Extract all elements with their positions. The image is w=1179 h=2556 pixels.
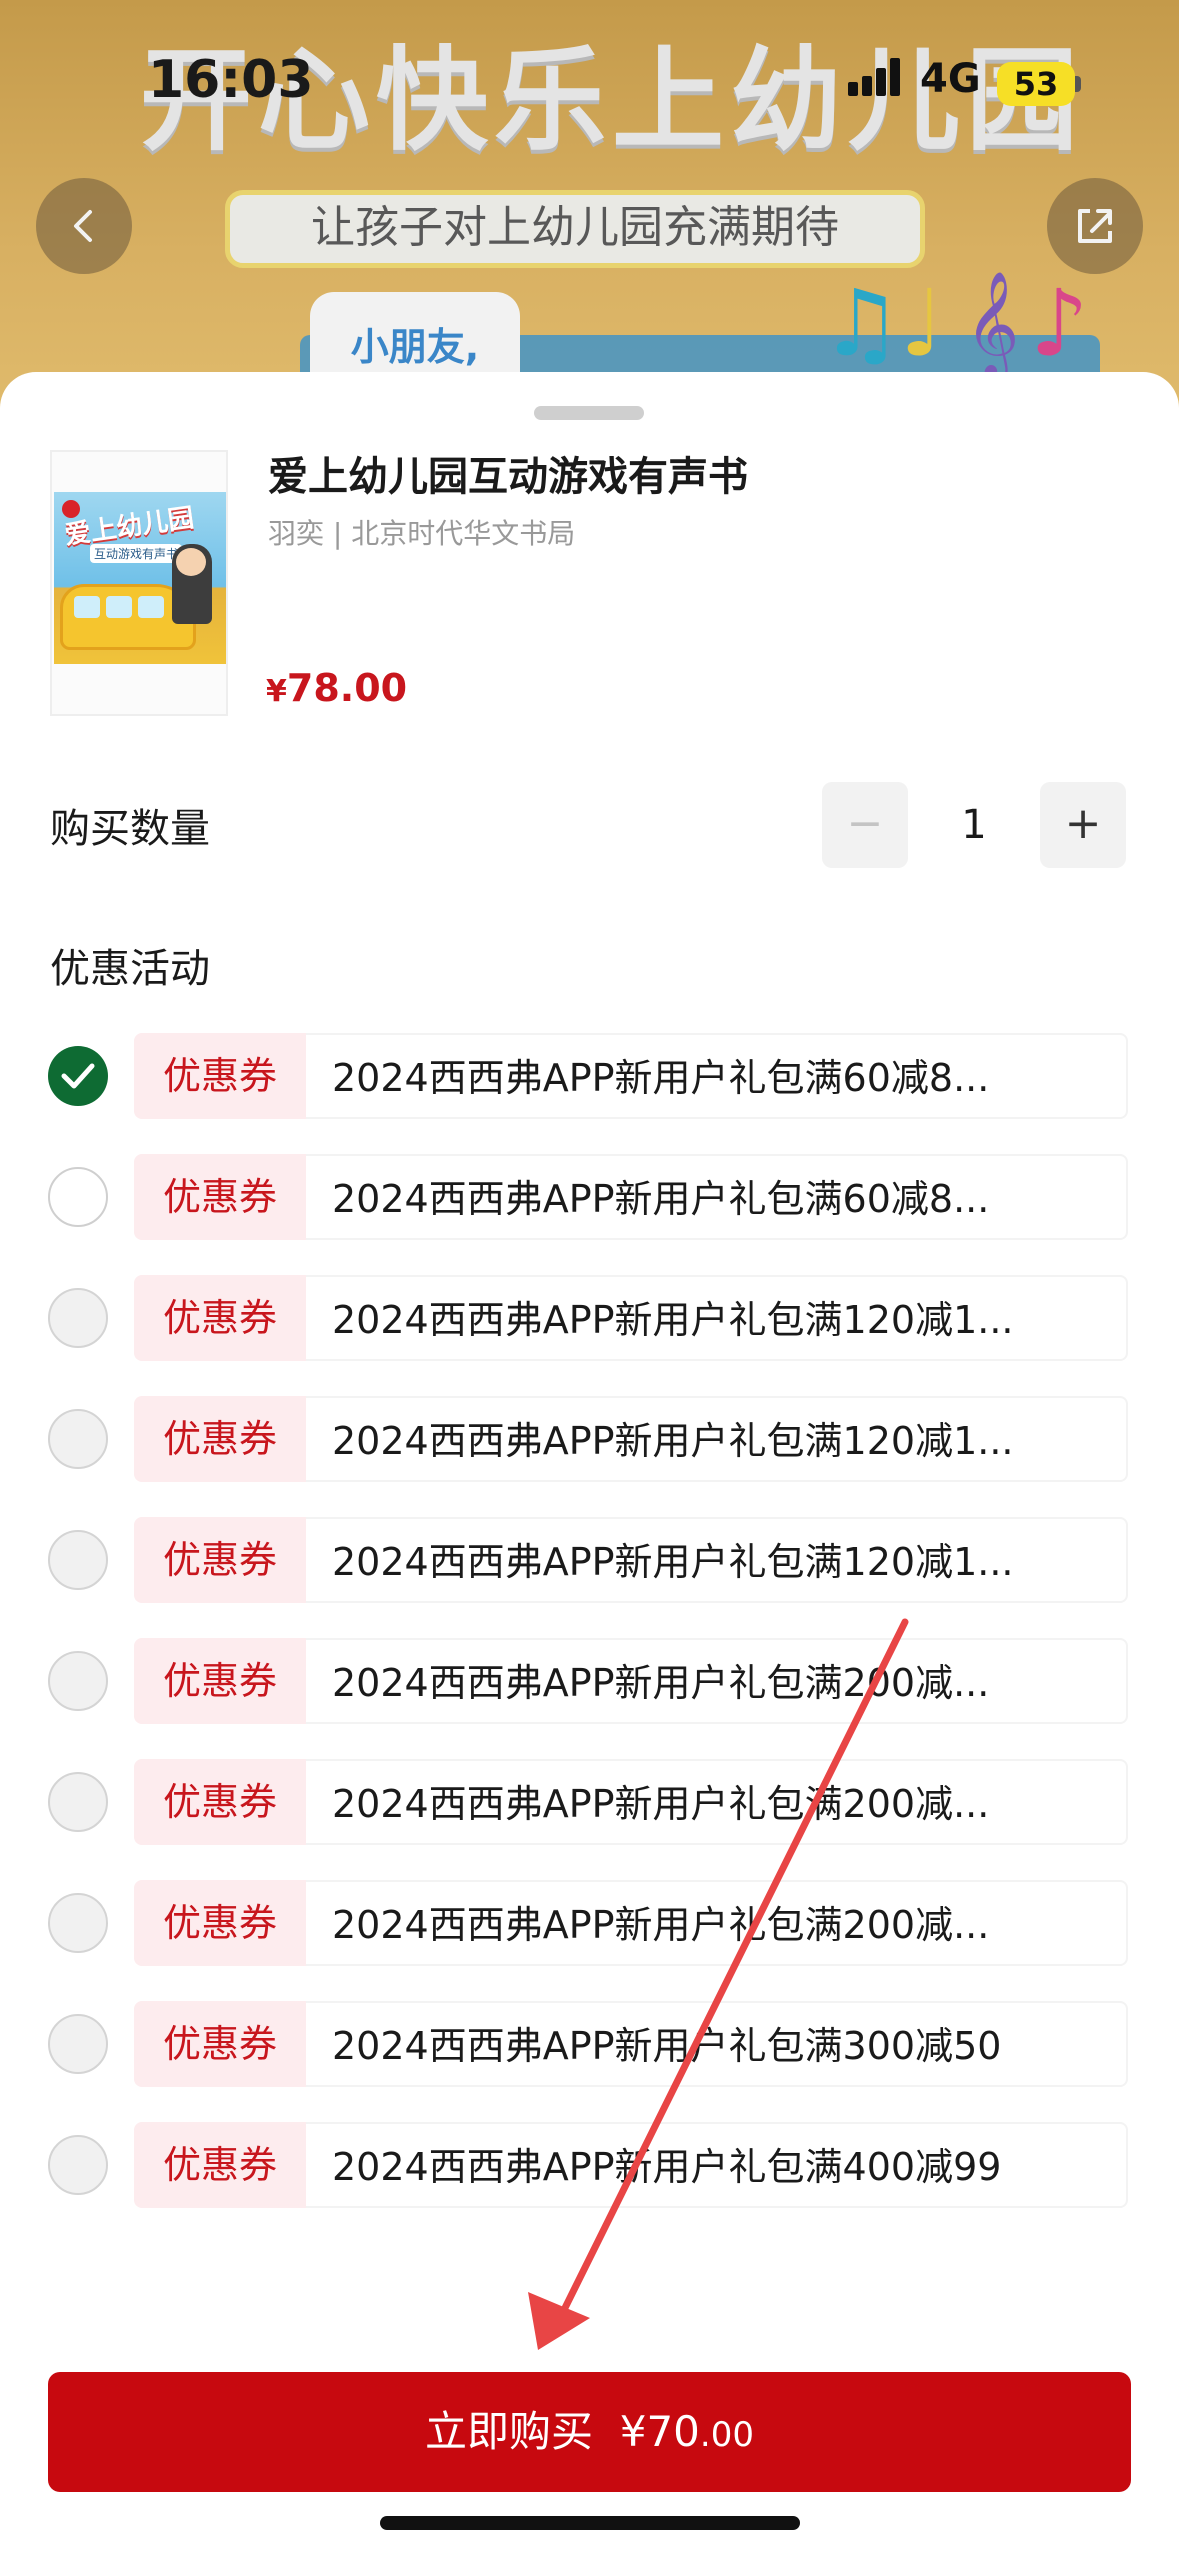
music-clef-icon: 𝄞	[965, 270, 1020, 377]
cover-subtitle: 互动游戏有声书	[90, 544, 183, 563]
coupon-tag: 优惠券	[134, 1033, 306, 1119]
coupon-tag: 优惠券	[134, 1396, 306, 1482]
coupon-radio[interactable]	[48, 1409, 108, 1469]
quantity-decrease-button[interactable]: −	[822, 782, 908, 868]
promotions-label: 优惠活动	[50, 946, 210, 992]
coupon-description: 2024西西弗APP新用户礼包满60减8...	[306, 1033, 1128, 1119]
coupon-tag: 优惠券	[134, 1275, 306, 1361]
coupon-row[interactable]: 优惠券 2024西西弗APP新用户礼包满120减1...	[0, 1517, 1179, 1603]
product-price: ¥78.00	[266, 666, 407, 710]
product-title: 爱上幼儿园互动游戏有声书	[268, 454, 748, 500]
home-indicator	[380, 2516, 800, 2530]
chevron-left-icon	[74, 210, 92, 242]
coupon-radio[interactable]	[48, 2135, 108, 2195]
coupon-tag: 优惠券	[134, 1154, 306, 1240]
battery-level: 53	[1013, 65, 1059, 103]
banner-subtitle: 让孩子对上幼儿园充满期待	[225, 190, 925, 268]
coupon-description: 2024西西弗APP新用户礼包满400减99	[306, 2122, 1128, 2208]
back-button[interactable]	[36, 178, 132, 274]
bus-window	[138, 596, 164, 618]
coupon-radio[interactable]	[48, 1893, 108, 1953]
network-type: 4G	[920, 56, 981, 102]
coupon-description: 2024西西弗APP新用户礼包满120减1...	[306, 1517, 1128, 1603]
coupon-tag: 优惠券	[134, 1517, 306, 1603]
price-value: 78.00	[286, 666, 408, 710]
share-icon	[1078, 209, 1112, 243]
music-note-icon: ♫	[820, 270, 903, 377]
music-note-icon: ♩	[900, 270, 944, 377]
product-cover: 爱上幼儿园 互动游戏有声书	[50, 450, 228, 716]
coupon-radio[interactable]	[48, 1530, 108, 1590]
coupon-row[interactable]: 优惠券 2024西西弗APP新用户礼包满120减1...	[0, 1396, 1179, 1482]
coupon-tag: 优惠券	[134, 1880, 306, 1966]
coupon-row[interactable]: 优惠券 2024西西弗APP新用户礼包满200减...	[0, 1759, 1179, 1845]
music-note-icon: ♪	[1030, 270, 1089, 377]
share-button[interactable]	[1047, 178, 1143, 274]
coupon-tag: 优惠券	[134, 2122, 306, 2208]
battery-icon: 53	[997, 62, 1075, 106]
coupon-description: 2024西西弗APP新用户礼包满60减8...	[306, 1154, 1128, 1240]
coupon-tag: 优惠券	[134, 1759, 306, 1845]
battery-tip	[1075, 76, 1081, 92]
product-author-publisher: 羽奕 | 北京时代华文书局	[268, 517, 576, 550]
quantity-increase-button[interactable]: +	[1040, 782, 1126, 868]
buy-price-symbol: ¥	[619, 2407, 647, 2456]
buy-now-label: 立即购买	[425, 2407, 594, 2456]
purchase-sheet: 爱上幼儿园 互动游戏有声书 爱上幼儿园互动游戏有声书 羽奕 | 北京时代华文书局…	[0, 372, 1179, 2556]
bus-window	[106, 596, 132, 618]
coupon-row[interactable]: 优惠券 2024西西弗APP新用户礼包满200减...	[0, 1880, 1179, 1966]
sheet-drag-handle[interactable]	[534, 406, 644, 420]
coupon-description: 2024西西弗APP新用户礼包满200减...	[306, 1880, 1128, 1966]
coupon-radio-checked[interactable]	[48, 1046, 108, 1106]
coupon-radio[interactable]	[48, 1772, 108, 1832]
coupon-radio[interactable]	[48, 2014, 108, 2074]
coupon-description: 2024西西弗APP新用户礼包满120减1...	[306, 1396, 1128, 1482]
checkmark-icon	[61, 1063, 95, 1089]
coupon-radio[interactable]	[48, 1651, 108, 1711]
buy-price-decimal: .00	[699, 2415, 754, 2455]
status-time: 16:03	[148, 50, 314, 110]
coupon-description: 2024西西弗APP新用户礼包满200减...	[306, 1638, 1128, 1724]
buy-price-int: 70	[646, 2407, 700, 2456]
coupon-radio[interactable]	[48, 1167, 108, 1227]
coupon-row[interactable]: 优惠券 2024西西弗APP新用户礼包满60减8...	[0, 1154, 1179, 1240]
coupon-tag: 优惠券	[134, 2001, 306, 2087]
coupon-row[interactable]: 优惠券 2024西西弗APP新用户礼包满60减8...	[0, 1033, 1179, 1119]
cover-illustration: 爱上幼儿园 互动游戏有声书	[54, 492, 226, 664]
buy-now-button[interactable]: 立即购买 ¥70.00	[48, 2372, 1131, 2492]
quantity-value[interactable]: 1	[908, 782, 1040, 868]
coupon-tag: 优惠券	[134, 1638, 306, 1724]
character-face	[176, 548, 206, 576]
coupon-row[interactable]: 优惠券 2024西西弗APP新用户礼包满120减1...	[0, 1275, 1179, 1361]
quantity-label: 购买数量	[50, 806, 210, 852]
coupon-row[interactable]: 优惠券 2024西西弗APP新用户礼包满300减50	[0, 2001, 1179, 2087]
coupon-description: 2024西西弗APP新用户礼包满200减...	[306, 1759, 1128, 1845]
currency-symbol: ¥	[266, 674, 287, 709]
coupon-description: 2024西西弗APP新用户礼包满300减50	[306, 2001, 1128, 2087]
coupon-radio[interactable]	[48, 1288, 108, 1348]
coupon-row[interactable]: 优惠券 2024西西弗APP新用户礼包满400减99	[0, 2122, 1179, 2208]
bus-window	[74, 596, 100, 618]
coupon-description: 2024西西弗APP新用户礼包满120减1...	[306, 1275, 1128, 1361]
coupon-row[interactable]: 优惠券 2024西西弗APP新用户礼包满200减...	[0, 1638, 1179, 1724]
